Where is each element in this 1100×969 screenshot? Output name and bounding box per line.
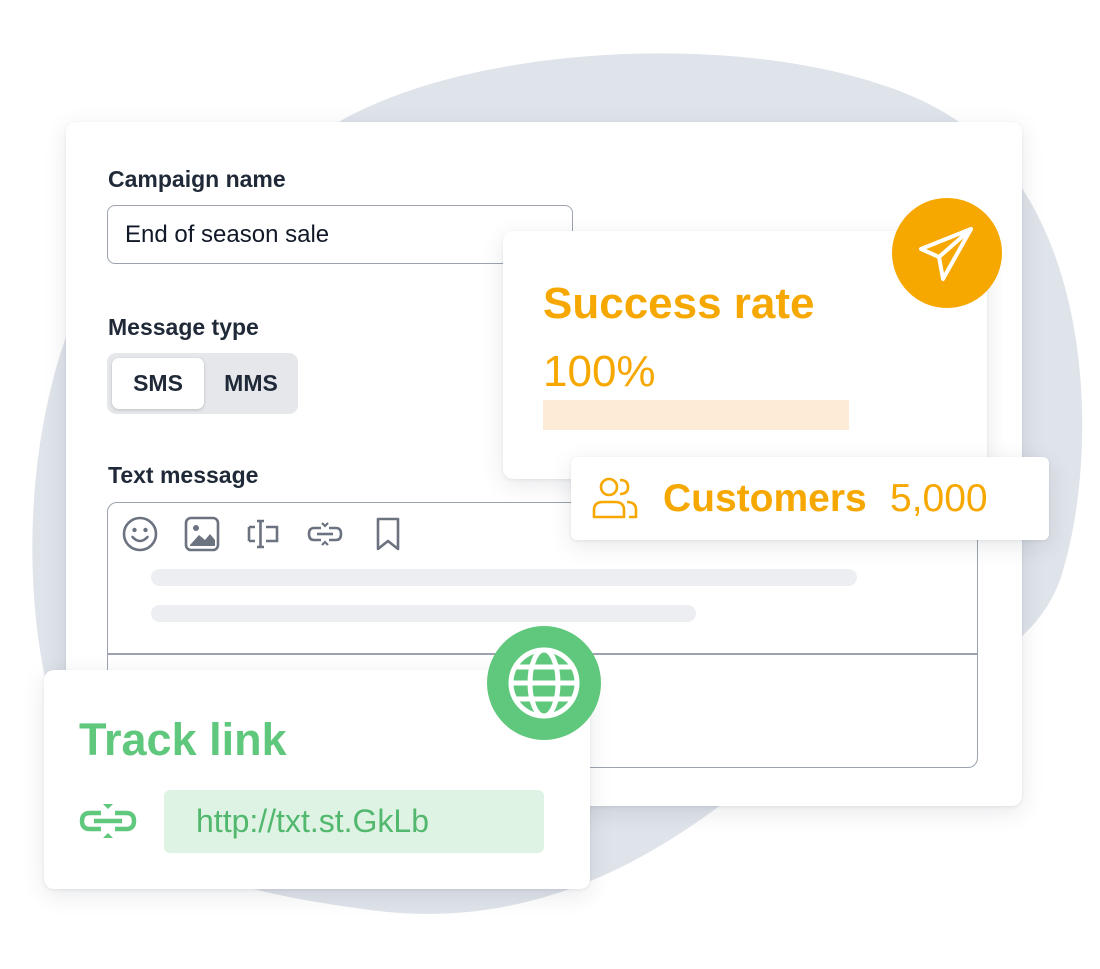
- globe-icon: [487, 626, 601, 740]
- bookmark-icon[interactable]: [369, 515, 407, 553]
- success-rate-title: Success rate: [543, 279, 815, 328]
- users-icon: [592, 477, 638, 519]
- emoji-icon[interactable]: [121, 515, 159, 553]
- message-type-toggle: SMS MMS: [107, 353, 298, 414]
- image-icon[interactable]: [183, 515, 221, 553]
- text-field-icon[interactable]: [244, 515, 282, 553]
- text-message-label: Text message: [108, 462, 259, 488]
- customers-card: Customers 5,000: [571, 457, 1049, 540]
- campaign-name-label: Campaign name: [108, 166, 286, 192]
- mms-option[interactable]: MMS: [207, 358, 295, 409]
- success-rate-progress-fill: [543, 400, 849, 430]
- placeholder-text-line: [151, 605, 696, 622]
- campaign-name-value: End of season sale: [125, 220, 330, 248]
- track-link-title: Track link: [79, 714, 287, 765]
- success-rate-value: 100%: [543, 347, 656, 396]
- tracking-url[interactable]: http://txt.st.GkLb: [164, 790, 544, 853]
- customers-value: 5,000: [890, 477, 988, 520]
- success-rate-progress-bar: [543, 400, 849, 430]
- message-type-label: Message type: [108, 314, 259, 340]
- link-icon[interactable]: [306, 515, 344, 553]
- link-icon: [79, 804, 137, 838]
- sms-option[interactable]: SMS: [112, 358, 204, 409]
- customers-label: Customers: [663, 477, 867, 520]
- placeholder-text-line: [151, 569, 857, 586]
- paper-plane-icon: [892, 198, 1002, 308]
